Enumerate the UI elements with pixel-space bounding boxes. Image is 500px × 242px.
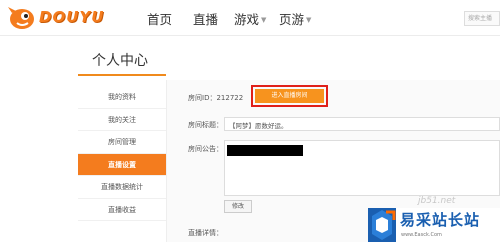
nav-home-label: 首页 <box>147 12 173 27</box>
logo-text: DOUYU <box>39 8 105 26</box>
nav-games-label: 游戏 <box>234 12 260 27</box>
sidebar-item-label: 直播收益 <box>108 205 136 214</box>
room-notice-textarea[interactable] <box>224 140 500 196</box>
nav-webgames-label: 页游 <box>279 12 305 27</box>
room-title-label: 房间标题： <box>188 121 223 129</box>
page-title: 个人中心 <box>92 53 148 69</box>
nav-item-live[interactable]: 直播 <box>193 9 218 28</box>
nav-item-webgames[interactable]: 页游 ▼ <box>279 9 311 28</box>
room-id-label: 房间ID：212722 <box>188 94 244 102</box>
title-underline <box>78 74 166 76</box>
watermark-logo-icon <box>368 208 396 242</box>
sidebar-item-my-profile[interactable]: 我的资料 <box>78 86 166 109</box>
room-notice-label: 房间公告： <box>188 145 223 153</box>
sidebar-item-my-follows[interactable]: 我的关注 <box>78 109 166 131</box>
top-bar: DOUYU 首页 直播 游戏 ▼ 页游 ▼ 搜索主播 <box>0 0 500 36</box>
sidebar-menu: 我的资料 我的关注 房间管理 直播设置 直播数据统计 直播收益 <box>78 86 166 221</box>
redacted-text <box>227 145 303 156</box>
room-title-value: 【阿梦】愿数好运。 <box>229 122 288 130</box>
sidebar-item-live-settings[interactable]: 直播设置 <box>78 153 166 176</box>
sidebar-item-label: 我的关注 <box>108 115 136 124</box>
sidebar-item-room-management[interactable]: 房间管理 <box>78 131 166 154</box>
watermark-url: www.Easck.Com <box>401 232 442 238</box>
douyu-logo[interactable]: DOUYU <box>8 3 120 33</box>
sidebar-item-label: 直播设置 <box>108 160 136 169</box>
sidebar-item-live-stats[interactable]: 直播数据统计 <box>78 176 166 199</box>
edit-button[interactable]: 修改 <box>224 200 252 213</box>
sidebar-item-label: 我的资料 <box>108 93 136 101</box>
room-title-field[interactable]: 【阿梦】愿数好运。 <box>224 117 500 131</box>
enter-live-room-button[interactable]: 进入直播房间 <box>255 89 324 103</box>
search-input[interactable]: 搜索主播 <box>464 11 500 26</box>
nav-item-games[interactable]: 游戏 ▼ <box>234 9 266 28</box>
watermark-badge: 易采站长站 www.Easck.Com <box>368 208 500 242</box>
nav-item-home[interactable]: 首页 <box>147 9 172 28</box>
sidebar-item-label: 房间管理 <box>108 138 136 146</box>
watermark-site-text: jb51.net <box>418 196 456 206</box>
live-detail-label: 直播详情： <box>188 229 223 237</box>
fish-mascot-icon <box>8 7 34 29</box>
watermark-brand: 易采站长站 <box>400 211 481 229</box>
sidebar-item-label: 直播数据统计 <box>101 183 143 191</box>
chevron-down-icon: ▼ <box>261 16 267 24</box>
nav-live-label: 直播 <box>193 12 219 27</box>
search-placeholder: 搜索主播 <box>468 15 493 22</box>
chevron-down-icon: ▼ <box>306 16 312 24</box>
sidebar-item-live-earnings[interactable]: 直播收益 <box>78 199 166 221</box>
